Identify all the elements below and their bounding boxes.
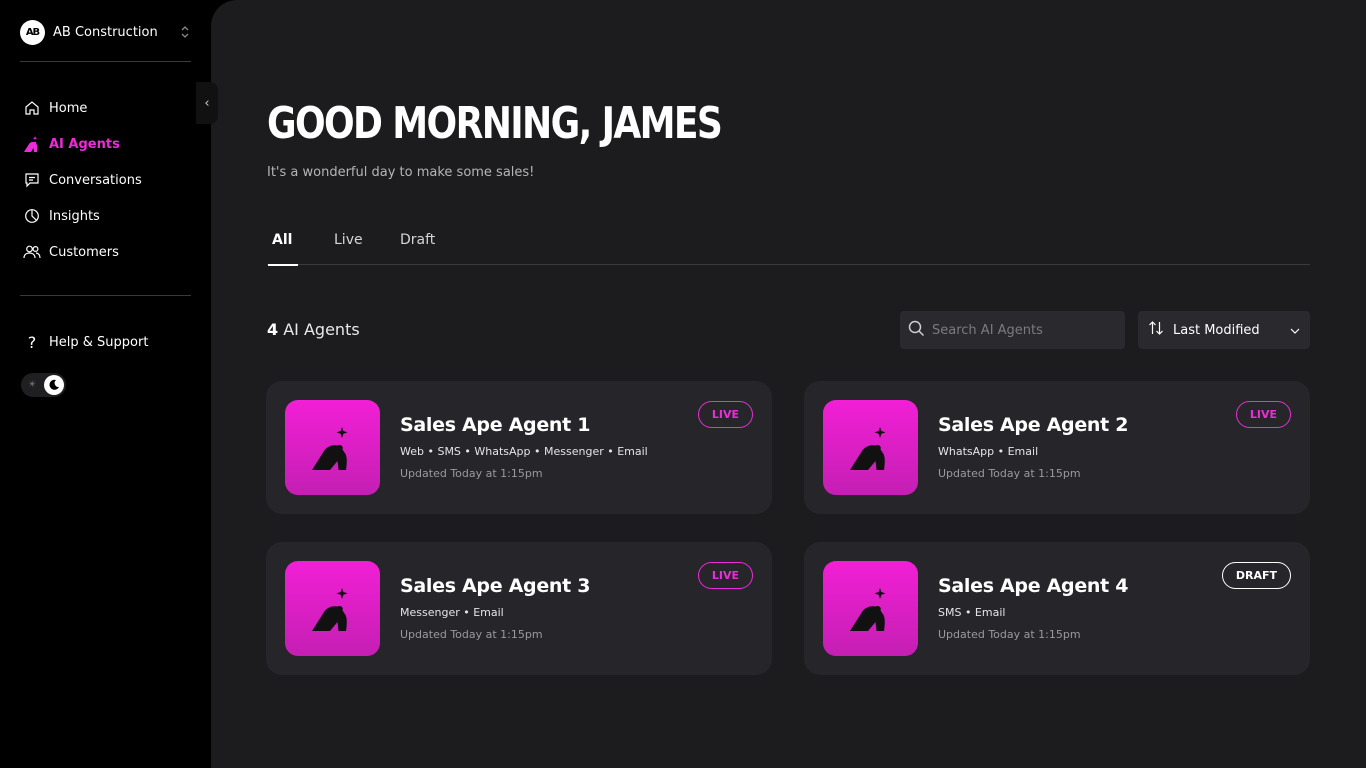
tab-draft[interactable]: Draft [400, 228, 435, 265]
ape-icon [22, 134, 42, 154]
page-title: GOOD MORNING, JAMES [267, 98, 723, 149]
agent-avatar [823, 400, 918, 495]
main-content: GOOD MORNING, JAMES It's a wonderful day… [211, 0, 1366, 768]
status-badge: LIVE [1235, 401, 1291, 428]
agent-channels: Web • SMS • WhatsApp • Messenger • Email [400, 445, 648, 458]
sidebar-divider [20, 61, 191, 62]
agents-count-label: AI Agents [283, 320, 360, 339]
chevron-down-icon [1290, 323, 1300, 338]
sidebar-item-label: Home [49, 100, 88, 116]
moon-icon [44, 375, 64, 395]
agent-channels: WhatsApp • Email [938, 445, 1039, 458]
agent-updated: Updated Today at 1:15pm [938, 628, 1081, 641]
agent-channels: Messenger • Email [400, 606, 504, 619]
question-icon: ? [27, 332, 37, 352]
help-support-link[interactable]: ? Help & Support [22, 327, 149, 357]
tab-all[interactable]: All [268, 228, 334, 266]
status-badge: LIVE [697, 562, 753, 589]
sidebar-item-label: Conversations [49, 172, 142, 188]
status-tabs: All Live Draft [267, 228, 1310, 266]
search-box [900, 311, 1125, 349]
chat-icon [22, 170, 42, 190]
agents-count: 4 AI Agents [267, 320, 360, 339]
sidebar: AB AB Construction Home AI Agents Conver… [0, 0, 211, 768]
sidebar-divider [20, 295, 191, 296]
chevron-up-down-icon[interactable] [179, 24, 191, 40]
org-switcher[interactable]: AB AB Construction [20, 19, 191, 45]
sort-dropdown[interactable]: Last Modified [1138, 311, 1310, 349]
theme-toggle[interactable]: ☀ [21, 373, 66, 397]
agent-updated: Updated Today at 1:15pm [938, 467, 1081, 480]
page-subtitle: It's a wonderful day to make some sales! [267, 165, 535, 180]
sort-icon [1148, 320, 1164, 340]
agent-name: Sales Ape Agent 1 [400, 414, 591, 436]
tab-live[interactable]: Live [334, 228, 400, 265]
home-icon [22, 98, 42, 118]
agents-count-number: 4 [267, 320, 279, 339]
agent-name: Sales Ape Agent 4 [938, 575, 1129, 597]
ape-icon [311, 426, 347, 470]
sidebar-item-insights[interactable]: Insights [22, 198, 192, 234]
agent-channels: SMS • Email [938, 606, 1006, 619]
sidebar-item-conversations[interactable]: Conversations [22, 162, 192, 198]
sort-label: Last Modified [1173, 322, 1260, 338]
collapse-sidebar-button[interactable]: ‹ [196, 82, 218, 124]
sidebar-item-home[interactable]: Home [22, 90, 192, 126]
status-badge: DRAFT [1221, 562, 1291, 589]
sidebar-item-ai-agents[interactable]: AI Agents [22, 126, 192, 162]
sidebar-item-label: AI Agents [49, 136, 120, 152]
sidebar-item-label: Insights [49, 208, 100, 224]
agent-avatar [285, 400, 380, 495]
org-logo: AB [20, 19, 45, 45]
ape-icon [311, 587, 347, 631]
agent-name: Sales Ape Agent 3 [400, 575, 591, 597]
agent-avatar [823, 561, 918, 656]
users-icon [22, 242, 42, 262]
agent-card[interactable]: Sales Ape Agent 4 SMS • Email Updated To… [804, 542, 1310, 675]
agent-updated: Updated Today at 1:15pm [400, 467, 543, 480]
pie-chart-icon [22, 206, 42, 226]
agent-card[interactable]: Sales Ape Agent 2 WhatsApp • Email Updat… [804, 381, 1310, 514]
sun-icon: ☀ [27, 380, 37, 390]
chevron-left-icon: ‹ [204, 95, 210, 111]
sidebar-nav: Home AI Agents Conversations Insights Cu… [22, 90, 192, 270]
status-badge: LIVE [697, 401, 753, 428]
org-name: AB Construction [53, 24, 158, 40]
agent-card[interactable]: Sales Ape Agent 3 Messenger • Email Upda… [266, 542, 772, 675]
agent-updated: Updated Today at 1:15pm [400, 628, 543, 641]
ape-icon [849, 426, 885, 470]
search-icon [908, 320, 925, 341]
ape-icon [849, 587, 885, 631]
agent-card[interactable]: Sales Ape Agent 1 Web • SMS • WhatsApp •… [266, 381, 772, 514]
agent-name: Sales Ape Agent 2 [938, 414, 1129, 436]
agent-avatar [285, 561, 380, 656]
help-support-label: Help & Support [49, 334, 149, 350]
search-input[interactable] [932, 322, 1112, 338]
sidebar-item-customers[interactable]: Customers [22, 234, 192, 270]
sidebar-item-label: Customers [49, 244, 119, 260]
